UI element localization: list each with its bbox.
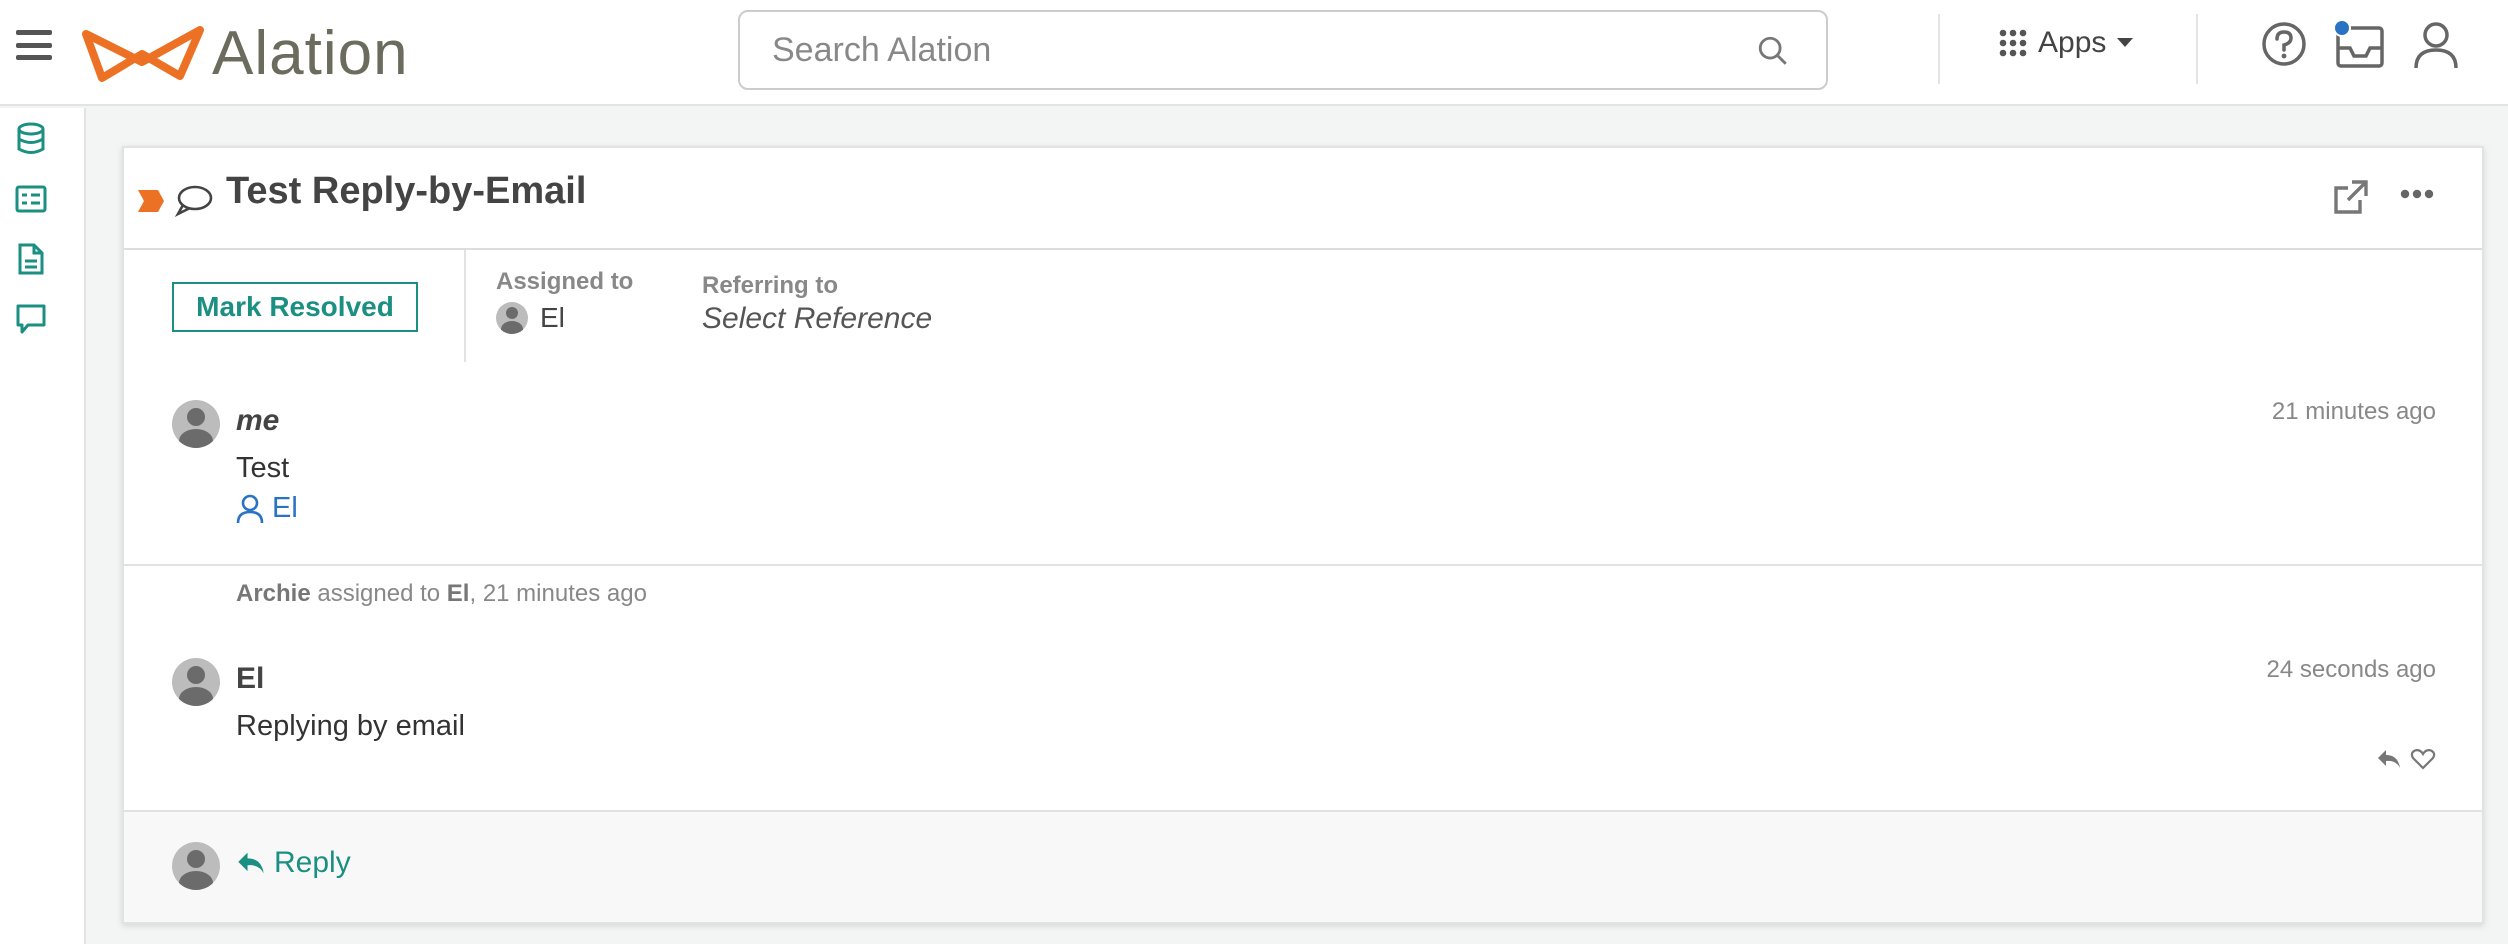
apps-menu-button[interactable]: Apps xyxy=(1998,26,2134,60)
conversation-meta: Mark Resolved Assigned to El Referring t… xyxy=(124,250,2482,370)
database-icon[interactable] xyxy=(14,122,48,156)
mention-name: El xyxy=(272,492,298,524)
reply-button[interactable]: Reply xyxy=(236,846,351,880)
activity-time: , 21 minutes ago xyxy=(469,580,647,607)
alation-logo-text: Alation xyxy=(212,19,409,88)
apps-label: Apps xyxy=(2038,26,2107,59)
message-divider xyxy=(124,564,2482,566)
nav-divider xyxy=(1938,14,1940,84)
user-mention-link[interactable]: El xyxy=(236,492,298,525)
catalog-card-icon[interactable] xyxy=(14,182,48,216)
message-timestamp: 24 seconds ago xyxy=(2266,656,2436,683)
avatar xyxy=(172,658,220,706)
assigned-to-label: Assigned to xyxy=(496,268,634,295)
mark-resolved-button[interactable]: Mark Resolved xyxy=(172,282,418,332)
conversation-title: Test Reply-by-Email xyxy=(226,170,587,212)
activity-target: El xyxy=(446,580,470,607)
hamburger-menu-icon[interactable] xyxy=(16,30,52,60)
assignee-name: El xyxy=(540,302,565,333)
search-icon[interactable] xyxy=(1756,34,1790,68)
notification-dot xyxy=(2333,19,2351,37)
speech-bubble-icon xyxy=(174,185,213,218)
message-text: Test xyxy=(236,452,290,484)
activity-actor: Archie xyxy=(236,580,311,607)
select-reference-link[interactable]: Select Reference xyxy=(702,302,932,336)
avatar xyxy=(172,400,220,448)
user-profile-icon[interactable] xyxy=(2412,20,2460,70)
more-options-icon[interactable] xyxy=(2400,188,2434,200)
message-text: Replying by email xyxy=(236,710,465,742)
user-icon xyxy=(236,494,264,523)
alation-logo[interactable]: Alation xyxy=(80,18,409,89)
reply-icon[interactable] xyxy=(2376,748,2402,770)
meta-divider xyxy=(464,250,466,362)
avatar xyxy=(496,302,528,334)
activity-log-item: Archie assigned to El, 21 minutes ago xyxy=(236,580,647,608)
assignee[interactable]: El xyxy=(496,302,565,334)
message-timestamp: 21 minutes ago xyxy=(2271,398,2436,425)
reply-icon xyxy=(238,852,264,874)
inbox-icon[interactable] xyxy=(2332,18,2388,72)
grid-icon xyxy=(1999,29,2027,57)
left-sidebar xyxy=(0,108,86,944)
alation-logo-icon xyxy=(82,25,204,82)
avatar xyxy=(172,842,220,890)
search-input[interactable] xyxy=(740,12,1826,88)
referring-to-label: Referring to xyxy=(702,272,839,299)
message-actions xyxy=(2376,748,2436,770)
nav-divider xyxy=(2196,14,2198,84)
search-box xyxy=(738,10,1828,90)
open-external-icon[interactable] xyxy=(2330,176,2372,218)
message-author[interactable]: El xyxy=(236,662,264,696)
flag-icon xyxy=(138,190,164,212)
activity-action: assigned to xyxy=(310,580,447,607)
like-heart-icon[interactable] xyxy=(2410,748,2436,770)
reply-label: Reply xyxy=(274,846,351,879)
conversation-header: Test Reply-by-Email xyxy=(124,148,2482,250)
message-author[interactable]: me xyxy=(236,404,279,438)
conversation-icon[interactable] xyxy=(14,302,48,336)
document-icon[interactable] xyxy=(14,242,48,276)
caret-down-icon xyxy=(2117,38,2134,47)
reply-footer: Reply xyxy=(124,810,2482,922)
top-navigation-bar: Alation Apps xyxy=(0,0,2508,106)
help-icon[interactable] xyxy=(2260,20,2308,68)
conversation-panel: Test Reply-by-Email Mark Resolved Assign… xyxy=(122,146,2484,924)
